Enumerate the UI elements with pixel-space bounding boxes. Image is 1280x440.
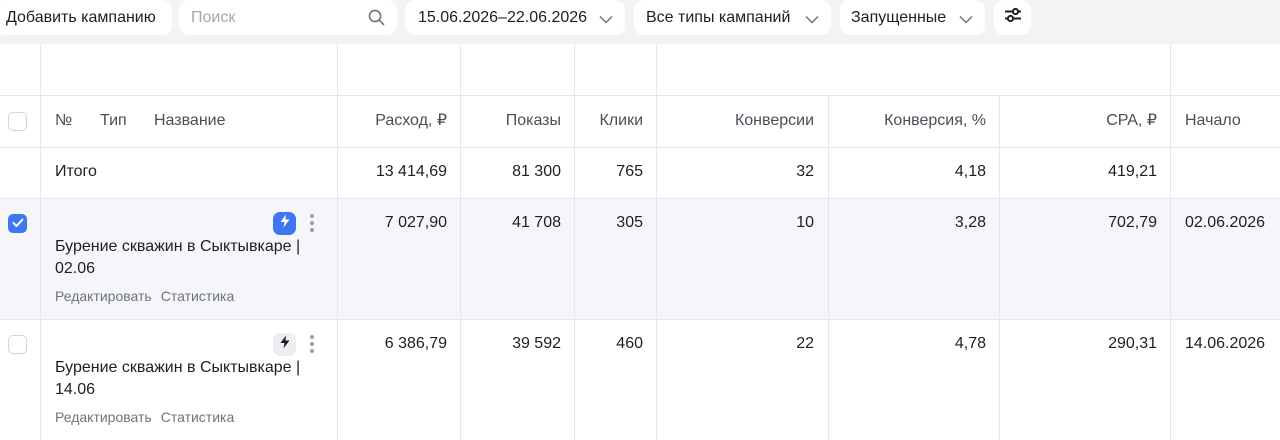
divider (0, 198, 1280, 199)
campaign-name-2[interactable]: Бурение скважин в Сыктывкаре | 14.06 (55, 357, 300, 401)
row-checkbox-1[interactable] (8, 214, 27, 233)
edit-link[interactable]: Редактировать (55, 288, 152, 304)
campaign-type-button-2[interactable] (273, 333, 296, 356)
lightning-icon (279, 335, 291, 354)
statistics-link[interactable]: Статистика (161, 288, 235, 304)
row-2-impressions: 39 592 (512, 335, 561, 352)
divider (0, 95, 1280, 96)
total-cpa: 419,21 (1108, 163, 1157, 180)
row-2-cpa: 290,31 (1108, 335, 1157, 352)
column-header-spend[interactable]: Расход, ₽ (375, 110, 447, 132)
divider (1170, 44, 1171, 440)
column-header-clicks[interactable]: Клики (599, 110, 643, 132)
total-spend: 13 414,69 (375, 163, 447, 180)
more-vertical-icon[interactable] (309, 335, 315, 353)
date-range-select[interactable]: 15.06.2026–22.06.2026 (405, 0, 625, 35)
column-header-name[interactable]: Название (154, 110, 226, 132)
campaign-type-button-1[interactable] (273, 212, 296, 235)
total-label: Итого (55, 163, 97, 180)
lightning-icon (279, 214, 291, 233)
add-campaign-label: Добавить кампанию (6, 8, 156, 26)
column-header-number[interactable]: № (55, 110, 72, 132)
row-1-cpa: 702,79 (1108, 214, 1157, 231)
row-2-conversions: 22 (796, 335, 814, 352)
divider (40, 44, 41, 440)
campaign-name-line: 14.06 (55, 381, 96, 398)
campaign-actions-1: Редактировать Статистика (55, 287, 234, 305)
row-1-start: 02.06.2026 (1185, 214, 1266, 231)
divider (0, 147, 1280, 148)
column-header-type[interactable]: Тип (100, 110, 127, 132)
column-header-start[interactable]: Начало (1185, 110, 1241, 132)
campaign-name-line: 02.06 (55, 260, 96, 277)
search-icon (368, 9, 385, 31)
campaign-name-line: Бурение скважин в Сыктывкаре | (55, 359, 301, 376)
status-filter-value: Запущенные (851, 8, 947, 26)
column-header-cpa[interactable]: CPA, ₽ (1106, 110, 1157, 132)
campaign-name-line: Бурение скважин в Сыктывкаре | (55, 238, 301, 255)
status-filter-select[interactable]: Запущенные (840, 0, 985, 35)
date-range-value: 15.06.2026–22.06.2026 (418, 8, 588, 26)
sliders-icon (1004, 7, 1022, 28)
row-2-spend: 6 386,79 (384, 335, 447, 352)
campaign-actions-2: Редактировать Статистика (55, 408, 234, 426)
filter-settings-button[interactable] (994, 0, 1031, 35)
chevron-down-icon (959, 11, 973, 29)
total-conversions: 32 (796, 163, 814, 180)
check-icon (12, 215, 24, 233)
statistics-link[interactable]: Статистика (161, 409, 235, 425)
divider (828, 95, 829, 440)
column-header-conversions[interactable]: Конверсии (735, 110, 814, 132)
divider (656, 44, 657, 440)
divider (574, 44, 575, 440)
campaign-types-select[interactable]: Все типы кампаний (634, 0, 831, 35)
campaign-name-1[interactable]: Бурение скважин в Сыктывкаре | 02.06 (55, 236, 300, 280)
row-2-clicks: 460 (616, 335, 643, 352)
row-1-conversion-rate: 3,28 (954, 214, 986, 231)
search-input[interactable]: Поиск (179, 0, 397, 35)
column-header-conversion-rate[interactable]: Конверсия, % (884, 110, 986, 132)
row-1-impressions: 41 708 (512, 214, 561, 231)
search-placeholder: Поиск (191, 8, 236, 26)
row-1-conversions: 10 (796, 214, 814, 231)
chevron-down-icon (805, 11, 819, 29)
divider (460, 44, 461, 440)
select-all-checkbox[interactable] (8, 112, 27, 131)
divider (0, 319, 1280, 320)
add-campaign-button[interactable]: Добавить кампанию (0, 0, 172, 35)
divider (337, 44, 338, 440)
total-conversion-rate: 4,18 (954, 163, 986, 180)
row-2-start: 14.06.2026 (1185, 335, 1266, 352)
row-1-spend: 7 027,90 (384, 214, 447, 231)
row-checkbox-2[interactable] (8, 335, 27, 354)
toolbar: Добавить кампанию Поиск 15.06.2026–22.06… (0, 0, 1280, 44)
more-vertical-icon[interactable] (309, 214, 315, 232)
campaign-types-value: Все типы кампаний (646, 8, 791, 26)
edit-link[interactable]: Редактировать (55, 409, 152, 425)
column-header-impressions[interactable]: Показы (506, 110, 561, 132)
campaigns-table: № Тип Название Расход, ₽ Показы Клики Ко… (0, 44, 1280, 440)
total-impressions: 81 300 (512, 163, 561, 180)
divider (999, 95, 1000, 440)
row-2-conversion-rate: 4,78 (954, 335, 986, 352)
chevron-down-icon (599, 11, 613, 29)
row-1-clicks: 305 (616, 214, 643, 231)
total-clicks: 765 (616, 163, 643, 180)
